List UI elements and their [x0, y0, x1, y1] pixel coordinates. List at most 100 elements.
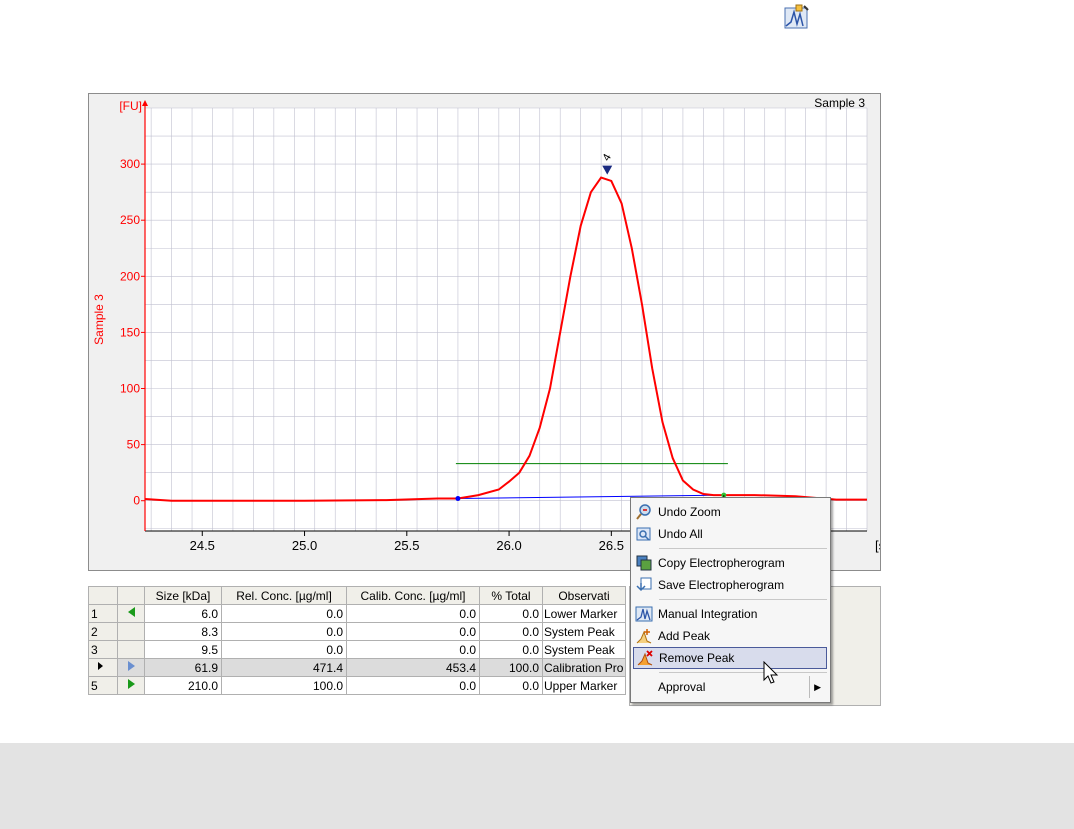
menu-separator	[659, 672, 827, 673]
menu-item-save-electropherogram[interactable]: Save Electropherogram	[633, 574, 827, 596]
y-tick-label: 250	[120, 213, 140, 227]
submenu-arrow-icon: ▶	[814, 681, 821, 692]
x-tick-label: 26.0	[496, 538, 521, 553]
table-row[interactable]: 2 8.3 0.0 0.0 0.0 System Peak	[88, 622, 626, 641]
menu-item-label: Undo Zoom	[658, 505, 721, 519]
upper-marker-icon	[117, 676, 145, 695]
peak-table: Size [kDa] Rel. Conc. [µg/ml] Calib. Con…	[88, 586, 626, 695]
row-number: 2	[88, 622, 118, 641]
size-cell: 8.3	[144, 622, 222, 641]
table-row[interactable]: 1 6.0 0.0 0.0 0.0 Lower Marker	[88, 604, 626, 623]
approval-icon-placeholder	[635, 678, 653, 696]
size-cell: 210.0	[144, 676, 222, 695]
manual-integration-icon[interactable]	[782, 2, 812, 32]
marker-cell	[117, 622, 145, 641]
save-electropherogram-icon	[635, 576, 653, 594]
size-cell: 61.9	[144, 658, 222, 677]
table-row[interactable]: 5 210.0 100.0 0.0 0.0 Upper Marker	[88, 676, 626, 695]
row-selector-arrow-icon	[88, 658, 118, 677]
menu-item-label: Approval	[658, 680, 706, 694]
menu-item-label: Manual Integration	[658, 607, 758, 621]
observation-cell: Calibration Pro	[542, 658, 626, 677]
y-tick-label: 100	[120, 382, 140, 396]
menu-item-label: Save Electropherogram	[658, 578, 785, 592]
percent-total-cell: 0.0	[479, 676, 543, 695]
y-axis-arrow	[142, 100, 148, 106]
col-header-calib-conc[interactable]: Calib. Conc. [µg/ml]	[346, 586, 480, 605]
copy-electropherogram-icon	[635, 554, 653, 572]
calib-conc-cell: 0.0	[346, 604, 480, 623]
percent-total-cell: 0.0	[479, 640, 543, 659]
y-tick-label: 0	[133, 494, 140, 508]
y-tick-label: 300	[120, 157, 140, 171]
y-axis-title: Sample 3	[92, 294, 106, 345]
size-cell: 9.5	[144, 640, 222, 659]
calib-conc-cell: 453.4	[346, 658, 480, 677]
rel-conc-cell: 0.0	[221, 604, 347, 623]
marker-cell	[117, 640, 145, 659]
rel-conc-cell: 0.0	[221, 640, 347, 659]
context-menu[interactable]: Undo Zoom Undo All Copy Electropherogram…	[630, 497, 831, 703]
col-header-observations[interactable]: Observati	[542, 586, 626, 605]
menu-item-label: Remove Peak	[659, 651, 735, 665]
menu-item-approval[interactable]: Approval ▶	[633, 676, 827, 698]
menu-item-label: Undo All	[658, 527, 703, 541]
rel-conc-cell: 100.0	[221, 676, 347, 695]
table-row[interactable]: 3 9.5 0.0 0.0 0.0 System Peak	[88, 640, 626, 659]
row-number: 1	[88, 604, 118, 623]
calib-conc-cell: 0.0	[346, 640, 480, 659]
y-unit-label: [FU]	[119, 99, 142, 113]
col-header-size[interactable]: Size [kDa]	[144, 586, 222, 605]
remove-peak-icon	[636, 649, 654, 667]
menu-item-add-peak[interactable]: Add Peak	[633, 625, 827, 647]
menu-item-label: Add Peak	[658, 629, 711, 643]
menu-item-copy-electropherogram[interactable]: Copy Electropherogram	[633, 552, 827, 574]
menu-item-remove-peak[interactable]: Remove Peak	[633, 647, 827, 669]
rel-conc-cell: 0.0	[221, 622, 347, 641]
menu-separator	[659, 599, 827, 600]
manual-integration-icon	[635, 605, 653, 623]
menu-item-undo-all[interactable]: Undo All	[633, 523, 827, 545]
undo-all-icon	[635, 525, 653, 543]
calib-conc-cell: 0.0	[346, 676, 480, 695]
menu-item-label: Copy Electropherogram	[658, 556, 785, 570]
table-header-row: Size [kDa] Rel. Conc. [µg/ml] Calib. Con…	[88, 586, 626, 605]
submenu-divider	[809, 676, 810, 698]
menu-separator	[659, 548, 827, 549]
menu-item-manual-integration[interactable]: Manual Integration	[633, 603, 827, 625]
observation-cell: System Peak	[542, 622, 626, 641]
x-tick-label: 25.5	[394, 538, 419, 553]
y-tick-label: 150	[120, 325, 140, 339]
observation-cell: Upper Marker	[542, 676, 626, 695]
row-number-header	[88, 586, 118, 605]
col-header-percent-total[interactable]: % Total	[479, 586, 543, 605]
bottom-band	[0, 743, 1074, 829]
chart-title: Sample 3	[814, 96, 865, 110]
y-tick-label: 50	[127, 438, 141, 452]
x-unit-label: [s]	[875, 538, 880, 553]
row-number: 3	[88, 640, 118, 659]
observation-cell: Lower Marker	[542, 604, 626, 623]
percent-total-cell: 0.0	[479, 604, 543, 623]
x-tick-label: 26.5	[599, 538, 624, 553]
row-number: 5	[88, 676, 118, 695]
lower-marker-icon	[117, 604, 145, 623]
add-peak-icon	[635, 627, 653, 645]
x-tick-label: 24.5	[190, 538, 215, 553]
calib-conc-cell: 0.0	[346, 622, 480, 641]
sample-peak-marker-icon	[117, 658, 145, 677]
undo-zoom-icon	[635, 503, 653, 521]
peak-start-marker	[455, 495, 461, 501]
menu-item-undo-zoom[interactable]: Undo Zoom	[633, 501, 827, 523]
observation-cell: System Peak	[542, 640, 626, 659]
marker-header	[117, 586, 145, 605]
size-cell: 6.0	[144, 604, 222, 623]
rel-conc-cell: 471.4	[221, 658, 347, 677]
percent-total-cell: 100.0	[479, 658, 543, 677]
x-tick-label: 25.0	[292, 538, 317, 553]
col-header-rel-conc[interactable]: Rel. Conc. [µg/ml]	[221, 586, 347, 605]
mouse-cursor-icon	[763, 660, 783, 690]
y-tick-label: 200	[120, 269, 140, 283]
table-row-selected[interactable]: 61.9 471.4 453.4 100.0 Calibration Pro	[88, 658, 626, 677]
percent-total-cell: 0.0	[479, 622, 543, 641]
